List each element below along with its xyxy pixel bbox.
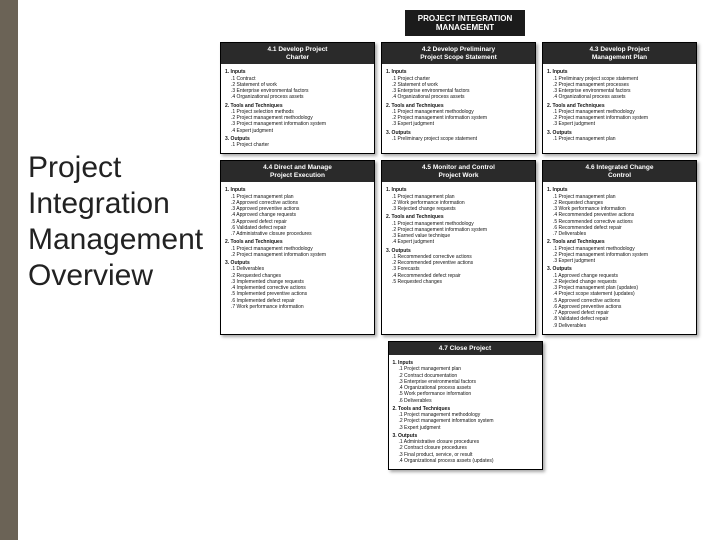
process-box-body: 1. Inputs.1 Project management plan.2 Co… (389, 355, 542, 469)
slide-title: ProjectIntegrationManagementOverview (28, 150, 203, 294)
section-item: .5 Requested changes (392, 279, 531, 285)
section-item: .1 Project management plan (553, 136, 692, 142)
section-item: .3 Expert judgment (553, 258, 692, 264)
section-item: .3 Expert judgment (392, 121, 531, 127)
section-item: .4 Organizational process assets (553, 94, 692, 100)
section-item: .3 Rejected change requests (392, 206, 531, 212)
diagram: PROJECT INTEGRATIONMANAGEMENT 4.1 Develo… (220, 10, 710, 470)
process-box-header: 4.4 Direct and ManageProject Execution (221, 161, 374, 182)
process-box-body: 1. Inputs.1 Project management plan.2 Re… (543, 182, 696, 334)
process-box-body: 1. Inputs.1 Preliminary project scope st… (543, 64, 696, 147)
process-box-header: 4.3 Develop ProjectManagement Plan (543, 43, 696, 64)
section-item: .4 Organizational process assets (392, 94, 531, 100)
process-box-header: 4.1 Develop ProjectCharter (221, 43, 374, 64)
section-item: .3 Expert judgment (553, 121, 692, 127)
process-box-4-1: 4.1 Develop ProjectCharter1. Inputs.1 Co… (220, 42, 375, 154)
section-item: .6 Deliverables (399, 398, 538, 404)
process-box-body: 1. Inputs.1 Project management plan.2 Ap… (221, 182, 374, 315)
process-box-4-5: 4.5 Monitor and ControlProject Work1. In… (381, 160, 536, 334)
process-box-header: 4.7 Close Project (389, 342, 542, 355)
process-box-header: 4.5 Monitor and ControlProject Work (382, 161, 535, 182)
section-item: .2 Project management information system (231, 252, 370, 258)
section-item: .1 Project charter (231, 142, 370, 148)
section-item: .4 Expert judgment (231, 128, 370, 134)
side-accent (0, 0, 18, 540)
section-item: .7 Administrative closure procedures (231, 231, 370, 237)
section-item: .9 Deliverables (553, 323, 692, 329)
process-box-header: 4.6 Integrated ChangeControl (543, 161, 696, 182)
section-item: .3 Expert judgment (399, 425, 538, 431)
process-box-4-6: 4.6 Integrated ChangeControl1. Inputs.1 … (542, 160, 697, 334)
root-header: PROJECT INTEGRATIONMANAGEMENT (405, 10, 525, 36)
section-item: .4 Expert judgment (392, 239, 531, 245)
section-item: .7 Work performance information (231, 304, 370, 310)
section-item: .4 Organizational process assets (update… (399, 458, 538, 464)
process-box-body: 1. Inputs.1 Project charter.2 Statement … (382, 64, 535, 147)
process-box-4-2: 4.2 Develop PreliminaryProject Scope Sta… (381, 42, 536, 154)
process-box-47-wrap: 4.7 Close Project1. Inputs.1 Project man… (220, 341, 710, 470)
process-box-4-3: 4.3 Develop ProjectManagement Plan1. Inp… (542, 42, 697, 154)
process-box-header: 4.2 Develop PreliminaryProject Scope Sta… (382, 43, 535, 64)
boxes-container: 4.1 Develop ProjectCharter1. Inputs.1 Co… (220, 42, 710, 470)
process-box-4-7: 4.7 Close Project1. Inputs.1 Project man… (388, 341, 543, 470)
process-box-body: 1. Inputs.1 Contract.2 Statement of work… (221, 64, 374, 153)
section-item: .4 Organizational process assets (231, 94, 370, 100)
section-item: .1 Preliminary project scope statement (392, 136, 531, 142)
process-box-body: 1. Inputs.1 Project management plan.2 Wo… (382, 182, 535, 290)
process-box-4-4: 4.4 Direct and ManageProject Execution1.… (220, 160, 375, 334)
section-item: .7 Deliverables (553, 231, 692, 237)
